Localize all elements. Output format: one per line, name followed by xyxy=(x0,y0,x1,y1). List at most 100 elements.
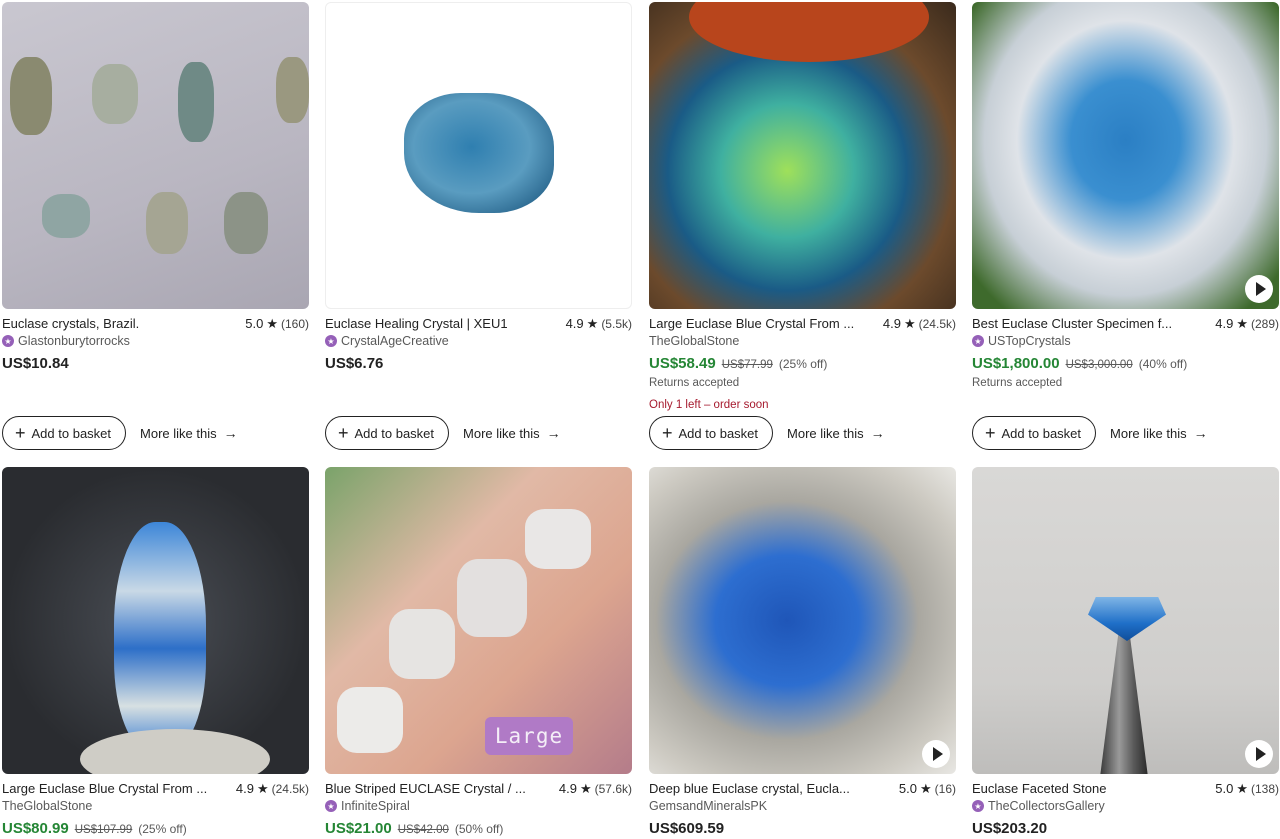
listing-card[interactable]: Euclase crystals, Brazil. 5.0 ★ (160) ★ … xyxy=(2,2,309,450)
listing-image[interactable] xyxy=(649,2,956,309)
shop-name[interactable]: Glastonburytorrocks xyxy=(18,334,130,348)
listing-title[interactable]: Best Euclase Cluster Specimen f... xyxy=(972,316,1172,331)
original-price: US$77.99 xyxy=(721,359,773,371)
discount: (50% off) xyxy=(454,822,504,836)
listing-card[interactable]: Euclase Healing Crystal | XEU1 4.9 ★ (5.… xyxy=(325,2,632,450)
listing-image[interactable] xyxy=(325,2,632,309)
rating: 4.9 ★ (24.5k) xyxy=(236,781,309,797)
sale-price: US$80.99 xyxy=(2,820,69,837)
rating: 5.0 ★ (16) xyxy=(899,781,956,797)
shop-name[interactable]: TheGlobalStone xyxy=(649,334,739,348)
more-like-this-link[interactable]: More like this → xyxy=(1110,425,1208,441)
review-count: (16) xyxy=(934,781,956,796)
listing-title[interactable]: Euclase crystals, Brazil. xyxy=(2,316,139,331)
rating: 5.0 ★ (160) xyxy=(245,316,309,332)
price-row: US$10.84 xyxy=(2,355,309,374)
add-to-basket-label: Add to basket xyxy=(31,425,112,441)
arrow-right-icon: → xyxy=(223,425,238,441)
original-price: US$42.00 xyxy=(397,824,449,836)
add-to-basket-label: Add to basket xyxy=(354,425,435,441)
play-video-icon[interactable] xyxy=(1245,740,1273,768)
rating: 4.9 ★ (5.5k) xyxy=(566,316,632,332)
arrow-right-icon: → xyxy=(1193,425,1208,441)
star-icon: ★ xyxy=(586,315,599,331)
sale-price: US$58.49 xyxy=(649,355,716,372)
star-icon: ★ xyxy=(903,315,916,331)
shop-name[interactable]: USTopCrystals xyxy=(988,334,1071,348)
listing-image[interactable] xyxy=(972,467,1279,774)
listing-card[interactable]: Best Euclase Cluster Specimen f... 4.9 ★… xyxy=(972,2,1279,450)
listing-title[interactable]: Euclase Faceted Stone xyxy=(972,781,1106,796)
more-like-this-label: More like this xyxy=(787,425,864,441)
shop-name[interactable]: TheGlobalStone xyxy=(2,799,92,813)
rating-value: 5.0 xyxy=(898,781,917,796)
listing-title[interactable]: Large Euclase Blue Crystal From ... xyxy=(649,316,854,331)
arrow-right-icon: → xyxy=(546,425,561,441)
card-actions: + Add to basket More like this → xyxy=(649,416,885,450)
returns-note: Returns accepted xyxy=(972,377,1063,389)
rating: 4.9 ★ (57.6k) xyxy=(559,781,632,797)
card-actions: + Add to basket More like this → xyxy=(325,416,561,450)
price-row: US$1,800.00 US$3,000.00 (40% off) xyxy=(972,355,1279,374)
listing-title[interactable]: Large Euclase Blue Crystal From ... xyxy=(2,781,207,796)
add-to-basket-button[interactable]: + Add to basket xyxy=(325,416,450,450)
star-seller-badge-icon: ★ xyxy=(2,335,14,347)
add-to-basket-button[interactable]: + Add to basket xyxy=(972,416,1097,450)
shop-row: ★ InfiniteSpiral xyxy=(325,798,632,814)
rating-value: 4.9 xyxy=(565,316,584,331)
listing-card[interactable]: Deep blue Euclase crystal, Eucla... 5.0 … xyxy=(649,467,956,839)
listing-image[interactable]: Large xyxy=(325,467,632,774)
rating-value: 4.9 xyxy=(882,316,901,331)
listing-card[interactable]: Euclase Faceted Stone 5.0 ★ (138) ★ TheC… xyxy=(972,467,1279,839)
original-price: US$3,000.00 xyxy=(1065,359,1133,371)
listing-title[interactable]: Blue Striped EUCLASE Crystal / ... xyxy=(325,781,526,796)
rating-value: 5.0 xyxy=(1215,781,1234,796)
rating-value: 4.9 xyxy=(235,781,254,796)
listing-card[interactable]: Large Euclase Blue Crystal From ... 4.9 … xyxy=(649,2,956,450)
shop-row: GemsandMineralsPK xyxy=(649,798,956,814)
listing-image[interactable] xyxy=(972,2,1279,309)
discount: (25% off) xyxy=(138,822,187,836)
price-row: US$6.76 xyxy=(325,355,632,374)
arrow-right-icon: → xyxy=(870,425,885,441)
play-video-icon[interactable] xyxy=(922,740,950,768)
listing-card[interactable]: Large Blue Striped EUCLASE Crystal / ...… xyxy=(325,467,632,839)
star-icon: ★ xyxy=(1236,315,1248,331)
add-to-basket-button[interactable]: + Add to basket xyxy=(2,416,127,450)
review-count: (24.5k) xyxy=(271,781,309,796)
plus-icon: + xyxy=(338,423,349,443)
shop-name[interactable]: TheCollectorsGallery xyxy=(988,799,1105,813)
more-like-this-link[interactable]: More like this → xyxy=(140,425,238,441)
shop-row: ★ Glastonburytorrocks xyxy=(2,333,309,349)
price-row: US$203.20 xyxy=(972,820,1279,839)
review-count: (160) xyxy=(280,316,309,331)
listing-grid: Euclase crystals, Brazil. 5.0 ★ (160) ★ … xyxy=(0,0,1280,838)
review-count: (138) xyxy=(1250,781,1279,796)
shop-row: TheGlobalStone xyxy=(2,798,309,814)
shop-name[interactable]: GemsandMineralsPK xyxy=(649,799,767,813)
shop-name[interactable]: InfiniteSpiral xyxy=(341,799,410,813)
more-like-this-link[interactable]: More like this → xyxy=(463,425,561,441)
listing-title[interactable]: Deep blue Euclase crystal, Eucla... xyxy=(649,781,850,796)
listing-card[interactable]: Large Euclase Blue Crystal From ... 4.9 … xyxy=(2,467,309,839)
image-overlay-text: Large xyxy=(485,717,573,755)
price-row: US$80.99 US$107.99 (25% off) xyxy=(2,820,309,839)
listing-image[interactable] xyxy=(649,467,956,774)
star-icon: ★ xyxy=(920,780,932,796)
rating-value: 4.9 xyxy=(1215,316,1234,331)
review-count: (57.6k) xyxy=(594,781,632,796)
add-to-basket-button[interactable]: + Add to basket xyxy=(649,416,774,450)
price: US$10.84 xyxy=(2,355,69,372)
discount: (25% off) xyxy=(778,357,828,371)
price: US$203.20 xyxy=(972,820,1048,837)
rating: 4.9 ★ (24.5k) xyxy=(883,316,956,332)
play-video-icon[interactable] xyxy=(1245,275,1273,303)
listing-title[interactable]: Euclase Healing Crystal | XEU1 xyxy=(325,316,508,331)
returns-note: Returns accepted xyxy=(649,377,740,389)
more-like-this-link[interactable]: More like this → xyxy=(787,425,885,441)
rating-value: 5.0 xyxy=(245,316,264,331)
shop-name[interactable]: CrystalAgeCreative xyxy=(341,334,449,348)
listing-image[interactable] xyxy=(2,2,309,309)
star-seller-badge-icon: ★ xyxy=(972,335,984,347)
listing-image[interactable] xyxy=(2,467,309,774)
